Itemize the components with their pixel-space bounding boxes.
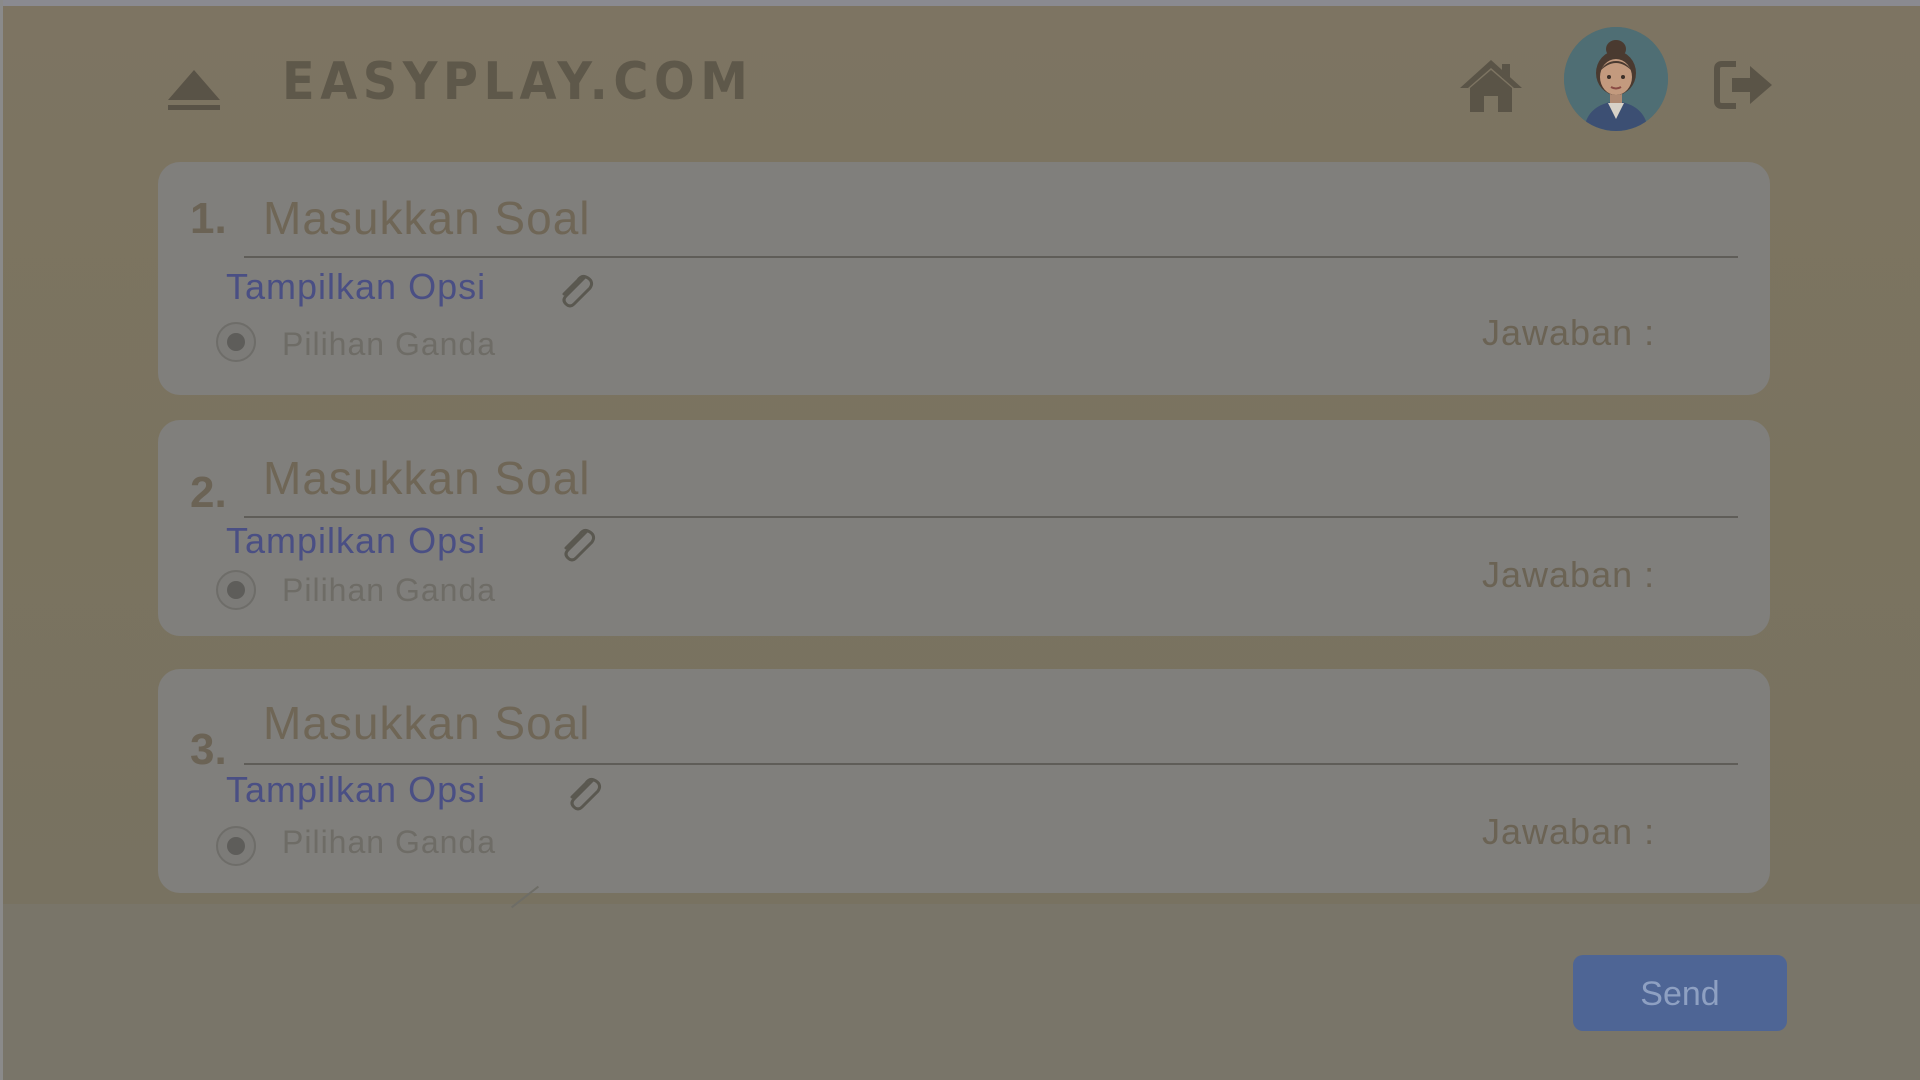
- question-input-underline: [244, 763, 1738, 765]
- question-number: 3.: [190, 725, 227, 774]
- multiple-choice-radio[interactable]: [216, 322, 256, 362]
- multiple-choice-label: Pilihan Ganda: [282, 326, 497, 362]
- send-button[interactable]: Send: [1573, 955, 1787, 1031]
- question-input-underline: [244, 256, 1738, 258]
- multiple-choice-radio[interactable]: [216, 570, 256, 610]
- user-avatar-icon: [1564, 27, 1668, 131]
- question-number: 2.: [190, 468, 227, 517]
- show-options-link[interactable]: Tampilkan Opsi: [226, 520, 486, 562]
- show-options-link[interactable]: Tampilkan Opsi: [226, 769, 486, 811]
- paperclip-icon[interactable]: [556, 524, 600, 568]
- site-logo: EASYPLAY.COM: [282, 52, 754, 112]
- home-icon[interactable]: [1458, 58, 1524, 114]
- answer-label: Jawaban :: [1482, 312, 1656, 353]
- eject-icon[interactable]: [166, 68, 222, 112]
- question-card-3: 3. Masukkan Soal Tampilkan Opsi Pilihan …: [158, 669, 1770, 893]
- question-card-2: 2. Masukkan Soal Tampilkan Opsi Pilihan …: [158, 420, 1770, 636]
- paperclip-icon[interactable]: [554, 270, 598, 314]
- question-input-underline: [244, 516, 1738, 518]
- question-card-1: 1. Masukkan Soal Tampilkan Opsi Pilihan …: [158, 162, 1770, 395]
- answer-label: Jawaban :: [1482, 554, 1656, 595]
- logout-icon[interactable]: [1714, 60, 1774, 110]
- multiple-choice-label: Pilihan Ganda: [282, 824, 497, 860]
- question-number: 1.: [190, 194, 227, 243]
- question-input[interactable]: Masukkan Soal: [263, 188, 1653, 248]
- avatar[interactable]: [1564, 27, 1668, 131]
- show-options-link[interactable]: Tampilkan Opsi: [226, 266, 486, 308]
- multiple-choice-label: Pilihan Ganda: [282, 572, 497, 608]
- question-input[interactable]: Masukkan Soal: [263, 448, 1653, 508]
- paperclip-icon[interactable]: [562, 773, 606, 817]
- question-input[interactable]: Masukkan Soal: [263, 693, 1653, 753]
- multiple-choice-radio[interactable]: [216, 826, 256, 866]
- answer-label: Jawaban :: [1482, 811, 1656, 852]
